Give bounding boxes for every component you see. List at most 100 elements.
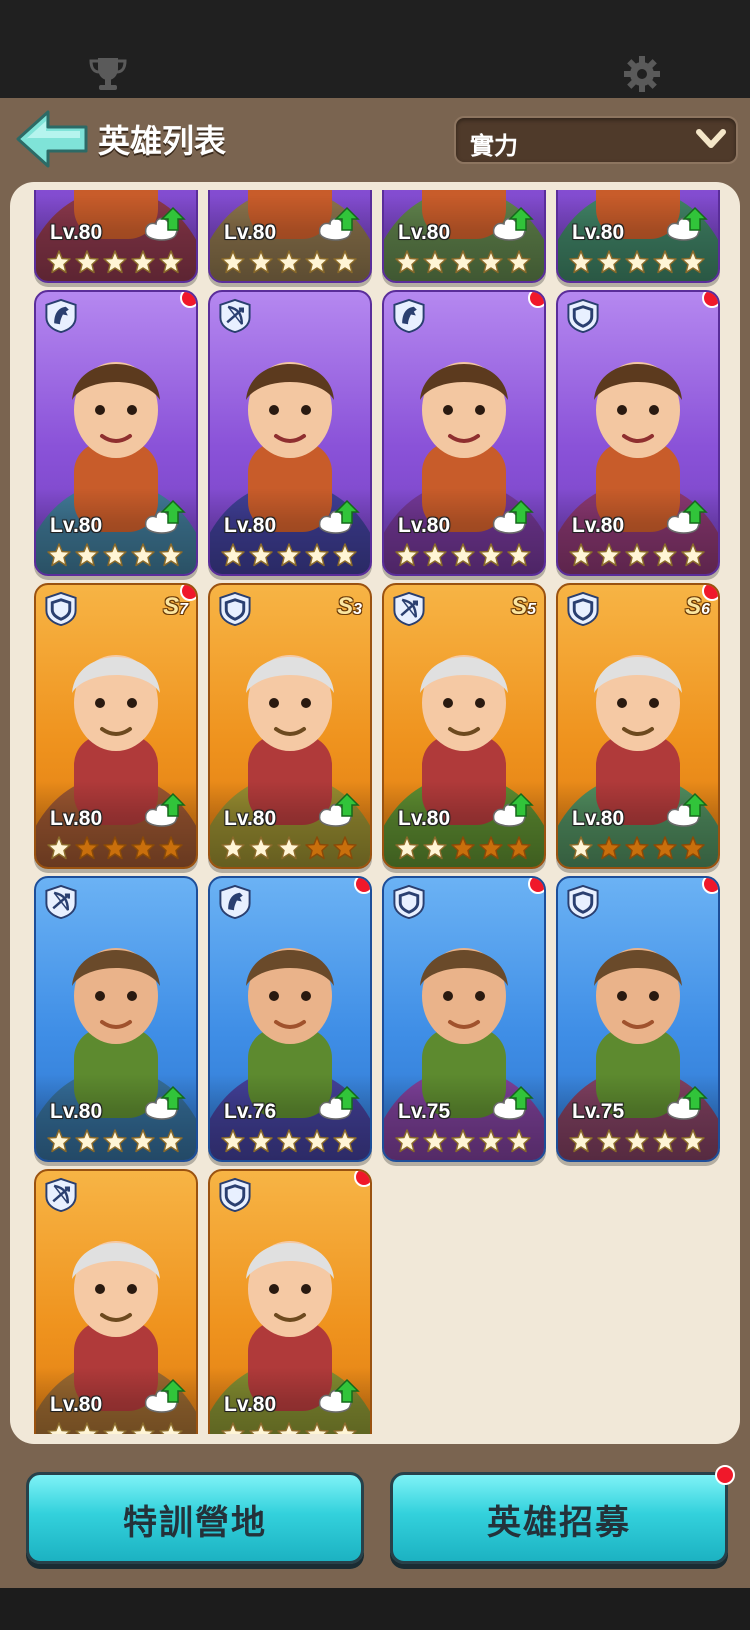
star-filled-icon <box>507 1129 531 1153</box>
shield-icon <box>393 884 425 920</box>
training-camp-button[interactable]: 特訓營地 <box>26 1472 364 1564</box>
star-empty-icon <box>653 836 677 860</box>
star-filled-icon <box>569 250 593 274</box>
star-filled-icon <box>597 1129 621 1153</box>
back-arrow-icon[interactable] <box>14 108 90 170</box>
hero-card[interactable]: Lv.80 <box>34 876 198 1162</box>
hero-level: Lv.80 <box>50 221 103 244</box>
upgrade-arrow-icon <box>144 1085 186 1120</box>
hero-card[interactable]: Lv.80 <box>208 290 372 576</box>
hero-recruit-button[interactable]: 英雄招募 <box>390 1465 735 1564</box>
star-rating <box>46 542 184 568</box>
star-filled-icon <box>681 250 705 274</box>
star-rating <box>46 249 184 275</box>
hero-card[interactable]: S3 Lv.80 <box>208 583 372 869</box>
shield-icon <box>567 884 599 920</box>
shield-icon <box>45 591 77 627</box>
star-filled-icon <box>103 1422 127 1434</box>
star-filled-icon <box>249 1129 273 1153</box>
hero-grade-badge: S5 <box>511 593 536 620</box>
star-filled-icon <box>103 543 127 567</box>
star-filled-icon <box>47 250 71 274</box>
star-filled-icon <box>103 250 127 274</box>
upgrade-arrow-icon <box>666 206 708 241</box>
hero-level: Lv.80 <box>572 514 625 537</box>
hero-level: Lv.80 <box>398 221 451 244</box>
hero-list-viewport[interactable]: Lv.80 Lv.80 Lv.80 Lv.80 Lv.80 Lv.80 Lv.8… <box>34 190 734 1434</box>
star-filled-icon <box>507 250 531 274</box>
star-rating <box>568 249 706 275</box>
shield-icon <box>567 298 599 334</box>
hero-level: Lv.76 <box>224 1100 277 1123</box>
star-filled-icon <box>305 543 329 567</box>
star-filled-icon <box>75 250 99 274</box>
header: 英雄列表 實力 <box>0 98 750 180</box>
star-empty-icon <box>451 836 475 860</box>
bottom-bar <box>0 1588 750 1630</box>
notification-dot <box>702 878 718 894</box>
star-filled-icon <box>277 836 301 860</box>
star-filled-icon <box>131 543 155 567</box>
star-filled-icon <box>625 250 649 274</box>
star-empty-icon <box>103 836 127 860</box>
hero-card[interactable]: Lv.80 <box>208 190 372 283</box>
top-bar <box>0 0 750 98</box>
hero-card[interactable]: Lv.75 <box>382 876 546 1162</box>
star-rating <box>568 1128 706 1154</box>
star-rating <box>394 249 532 275</box>
star-filled-icon <box>221 1129 245 1153</box>
hero-card[interactable]: Lv.80 <box>382 190 546 283</box>
trophy-icon[interactable] <box>86 52 130 96</box>
star-filled-icon <box>333 1422 357 1434</box>
notification-dot <box>702 585 718 601</box>
star-filled-icon <box>451 543 475 567</box>
hero-card[interactable]: Lv.80 <box>556 190 720 283</box>
notification-dot <box>180 585 196 601</box>
upgrade-arrow-icon <box>666 499 708 534</box>
hero-card[interactable]: S5 Lv.80 <box>382 583 546 869</box>
hero-level: Lv.80 <box>50 807 103 830</box>
hero-card[interactable]: S7 Lv.80 <box>34 583 198 869</box>
notification-dot <box>354 878 370 894</box>
hero-level: Lv.80 <box>224 807 277 830</box>
hero-grade-badge: S3 <box>337 593 362 620</box>
hero-level: Lv.80 <box>398 807 451 830</box>
star-filled-icon <box>47 836 71 860</box>
sort-dropdown[interactable]: 實力 <box>454 116 738 164</box>
star-rating <box>220 1128 358 1154</box>
star-filled-icon <box>625 543 649 567</box>
star-filled-icon <box>681 543 705 567</box>
star-rating <box>46 1421 184 1434</box>
hero-card[interactable]: Lv.80 <box>556 290 720 576</box>
star-filled-icon <box>75 1422 99 1434</box>
hero-recruit-label: 英雄招募 <box>487 1504 631 1542</box>
bow-icon <box>219 298 251 334</box>
hero-list-panel: 英雄列表 實力 Lv.80 Lv.80 Lv.80 Lv.80 Lv.80 Lv… <box>0 98 750 1588</box>
hero-card[interactable]: S6 Lv.80 <box>556 583 720 869</box>
star-filled-icon <box>221 543 245 567</box>
star-rating <box>220 1421 358 1434</box>
star-filled-icon <box>249 250 273 274</box>
star-filled-icon <box>221 250 245 274</box>
hero-card[interactable]: Lv.80 <box>34 1169 198 1434</box>
star-filled-icon <box>75 1129 99 1153</box>
star-filled-icon <box>451 1129 475 1153</box>
star-rating <box>568 835 706 861</box>
star-filled-icon <box>305 1422 329 1434</box>
hero-grade-number: 7 <box>179 601 188 618</box>
star-empty-icon <box>75 836 99 860</box>
star-rating <box>220 835 358 861</box>
hero-list[interactable]: Lv.80 Lv.80 Lv.80 Lv.80 Lv.80 Lv.80 Lv.8… <box>10 182 740 1444</box>
star-filled-icon <box>569 543 593 567</box>
hero-card[interactable]: Lv.76 <box>208 876 372 1162</box>
star-rating <box>220 542 358 568</box>
hero-card[interactable]: Lv.80 <box>382 290 546 576</box>
gear-icon[interactable] <box>620 52 664 96</box>
shield-icon <box>219 1177 251 1213</box>
hero-card[interactable]: Lv.80 <box>34 190 198 283</box>
hero-card[interactable]: Lv.80 <box>34 290 198 576</box>
star-empty-icon <box>305 836 329 860</box>
hero-card[interactable]: Lv.80 <box>208 1169 372 1434</box>
hero-card[interactable]: Lv.75 <box>556 876 720 1162</box>
hero-grade-number: 6 <box>701 601 710 618</box>
